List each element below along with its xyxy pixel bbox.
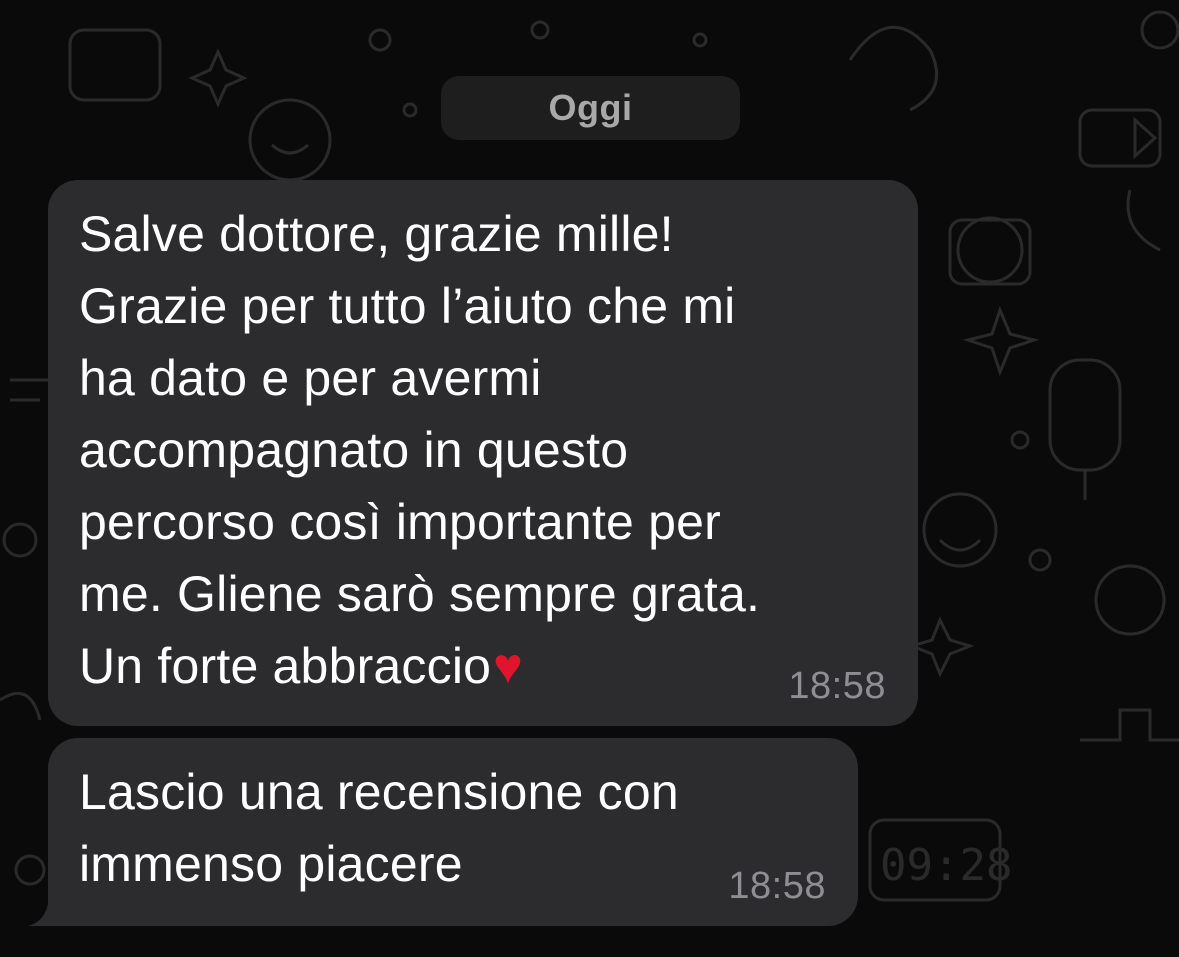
message-text: Lascio una recensione con immenso piacer…: [79, 756, 679, 900]
message-text: Salve dottore, grazie mille! Grazie per …: [79, 198, 760, 702]
wallpaper-popsicle-icon: [1048, 358, 1122, 472]
wallpaper-video-icon: [1078, 108, 1162, 168]
incoming-message-bubble[interactable]: Lascio una recensione con immenso piacer…: [48, 738, 858, 926]
heart-emoji: ♥: [493, 638, 524, 694]
wallpaper-star-icon: [188, 48, 248, 108]
date-separator: Oggi: [441, 76, 740, 140]
message-timestamp: 18:58: [788, 665, 886, 707]
wallpaper-bear-icon: [1094, 564, 1166, 636]
message-timestamp: 18:58: [728, 865, 826, 907]
message-body: Lascio una recensione con immenso piacer…: [79, 764, 679, 892]
date-separator-label: Oggi: [548, 87, 633, 128]
wallpaper-star-icon: [962, 305, 1040, 377]
incoming-message-bubble[interactable]: Salve dottore, grazie mille! Grazie per …: [48, 180, 918, 726]
wallpaper-tongue-face-icon: [922, 492, 998, 568]
bubble-tail-icon: [28, 896, 52, 926]
wallpaper-clock-text: 09:28: [880, 840, 1012, 891]
chat-view: 09:28 Oggi Salve dottore, grazie mille! …: [0, 0, 1179, 957]
wallpaper-plus-icon: [1080, 708, 1179, 742]
wallpaper-bag-icon: [68, 28, 162, 102]
wallpaper-camera-icon: [956, 216, 1024, 284]
wallpaper-smiley-icon: [248, 98, 332, 182]
message-body: Salve dottore, grazie mille! Grazie per …: [79, 206, 761, 694]
